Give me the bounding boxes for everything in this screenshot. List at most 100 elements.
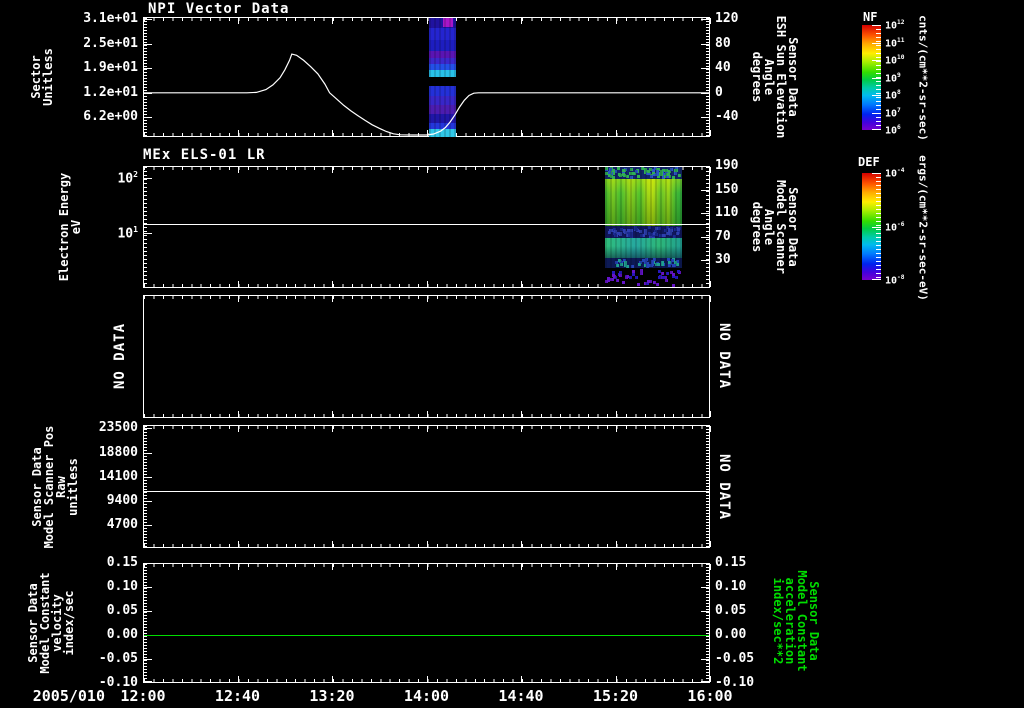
y-major-tick-right	[701, 166, 709, 167]
y-major-tick-left	[144, 525, 152, 526]
y-axis-label-left: Sensor Data Model Constant velocity index/s…	[26, 572, 76, 674]
colorbar-def-major-tick	[872, 279, 881, 280]
x-major-tick	[426, 564, 428, 570]
plot-screen: NPI Vector Data MEx ELS-01 LR NF cnts/(c…	[0, 0, 1024, 708]
panel1-title: NPI Vector Data	[148, 1, 290, 17]
colorbar-def-tick-label: 10-4	[885, 167, 905, 180]
y-major-tick-left	[144, 477, 152, 478]
x-major-tick	[332, 130, 333, 136]
x-major-tick	[237, 426, 239, 432]
x-major-tick	[237, 130, 239, 136]
x-major-tick	[237, 676, 239, 682]
y-major-tick-left	[144, 44, 152, 45]
y-major-tick-left	[144, 19, 152, 20]
y-major-tick-right	[701, 260, 709, 261]
colorbar-def-major-tick	[872, 227, 881, 228]
x-major-tick	[237, 281, 239, 287]
panel-2-y-minor-ticks-right	[706, 167, 709, 287]
x-tick-label: 16:00	[687, 687, 733, 705]
x-major-tick	[710, 564, 711, 570]
y-major-tick-left	[144, 611, 152, 612]
x-tick-label: 15:20	[592, 687, 639, 705]
x-major-tick	[426, 296, 428, 302]
colorbar-nf-major-tick	[872, 60, 881, 61]
x-major-tick	[710, 541, 711, 547]
x-major-tick	[615, 676, 617, 682]
x-tick-label: 12:00	[120, 687, 166, 705]
x-major-tick	[710, 411, 711, 417]
x-major-tick	[332, 18, 333, 24]
x-major-tick	[710, 676, 711, 682]
y-tick-label-left: 3.1e+01	[83, 11, 138, 26]
x-tick-label: 12:40	[214, 687, 261, 705]
y-major-tick-right	[701, 68, 709, 69]
x-major-tick	[332, 281, 333, 287]
y-tick-label-left: 0.10	[106, 579, 138, 594]
x-major-tick	[332, 296, 333, 302]
y-major-tick-left	[144, 453, 152, 454]
colorbar-def-tick-label: 10-8	[885, 274, 905, 287]
x-major-tick	[237, 564, 239, 570]
x-major-tick	[710, 18, 711, 24]
y-major-tick-right	[701, 44, 709, 45]
y-major-tick-left	[144, 563, 152, 564]
x-tick-label: 14:00	[403, 687, 450, 705]
colorbar-nf-tick-label: 106	[885, 124, 901, 137]
panel-5-y-minor-ticks-left	[144, 564, 147, 682]
no-data-label-right: NO DATA	[716, 322, 732, 390]
x-major-tick	[332, 167, 333, 173]
x-major-tick	[710, 296, 711, 302]
x-major-tick	[521, 18, 522, 24]
npi-spectrogram-texture	[429, 18, 456, 137]
y-axis-label-left: Sector Unitless	[29, 48, 55, 106]
y-major-tick-left	[144, 178, 152, 179]
x-major-tick	[332, 676, 333, 682]
x-major-tick	[237, 167, 239, 173]
panel2-title: MEx ELS-01 LR	[143, 147, 266, 163]
panel-4-frame	[143, 425, 710, 548]
x-major-tick	[521, 411, 522, 417]
colorbar-nf-tick-label: 1010	[885, 54, 905, 67]
x-major-tick	[615, 564, 617, 570]
x-major-tick	[332, 541, 333, 547]
x-major-tick	[426, 411, 428, 417]
y-tick-label-right: 0.15	[715, 555, 747, 570]
y-major-tick-right	[701, 190, 709, 191]
y-major-tick-right	[701, 611, 709, 612]
panel-1-y-minor-ticks-right	[706, 18, 709, 136]
scanner-pos-data-line	[144, 491, 709, 492]
y-major-tick-left	[144, 68, 152, 69]
panel-1-y-minor-ticks-left	[144, 18, 147, 136]
y-major-tick-left	[144, 93, 152, 94]
x-major-tick	[615, 411, 617, 417]
colorbar-def-tick-label: 10-6	[885, 221, 905, 234]
x-major-tick	[615, 130, 617, 136]
x-major-tick	[237, 296, 239, 302]
y-tick-label-left: 0.00	[106, 627, 138, 642]
y-major-tick-left	[144, 681, 152, 682]
x-major-tick	[521, 564, 522, 570]
x-major-tick	[332, 411, 333, 417]
colorbar-def-title: DEF	[858, 155, 880, 169]
y-tick-label-left: 6.2e+00	[83, 109, 138, 124]
colorbar-nf-major-tick	[872, 95, 881, 96]
x-major-tick	[143, 411, 144, 417]
x-major-tick	[426, 541, 428, 547]
x-tick-label: 13:20	[309, 687, 355, 705]
y-major-tick-right	[701, 681, 709, 682]
y-axis-label-left: Electron Energy eV	[57, 172, 83, 282]
x-major-tick	[521, 167, 522, 173]
y-major-tick-left	[144, 428, 152, 429]
y-axis-label-right: Sensor Data Model Scanner Angle degrees	[750, 180, 800, 274]
x-major-tick	[426, 281, 428, 287]
x-major-tick	[521, 676, 522, 682]
colorbar-nf-tick-label: 109	[885, 72, 901, 85]
x-major-tick	[426, 676, 428, 682]
x-major-tick	[237, 541, 239, 547]
no-data-label-left: NO DATA	[112, 322, 128, 390]
colorbar-nf-major-tick	[872, 113, 881, 114]
colorbar-nf-major-tick	[872, 43, 881, 44]
els-data-line	[144, 224, 709, 225]
panel-3-frame	[143, 295, 710, 418]
x-major-tick	[426, 167, 428, 173]
